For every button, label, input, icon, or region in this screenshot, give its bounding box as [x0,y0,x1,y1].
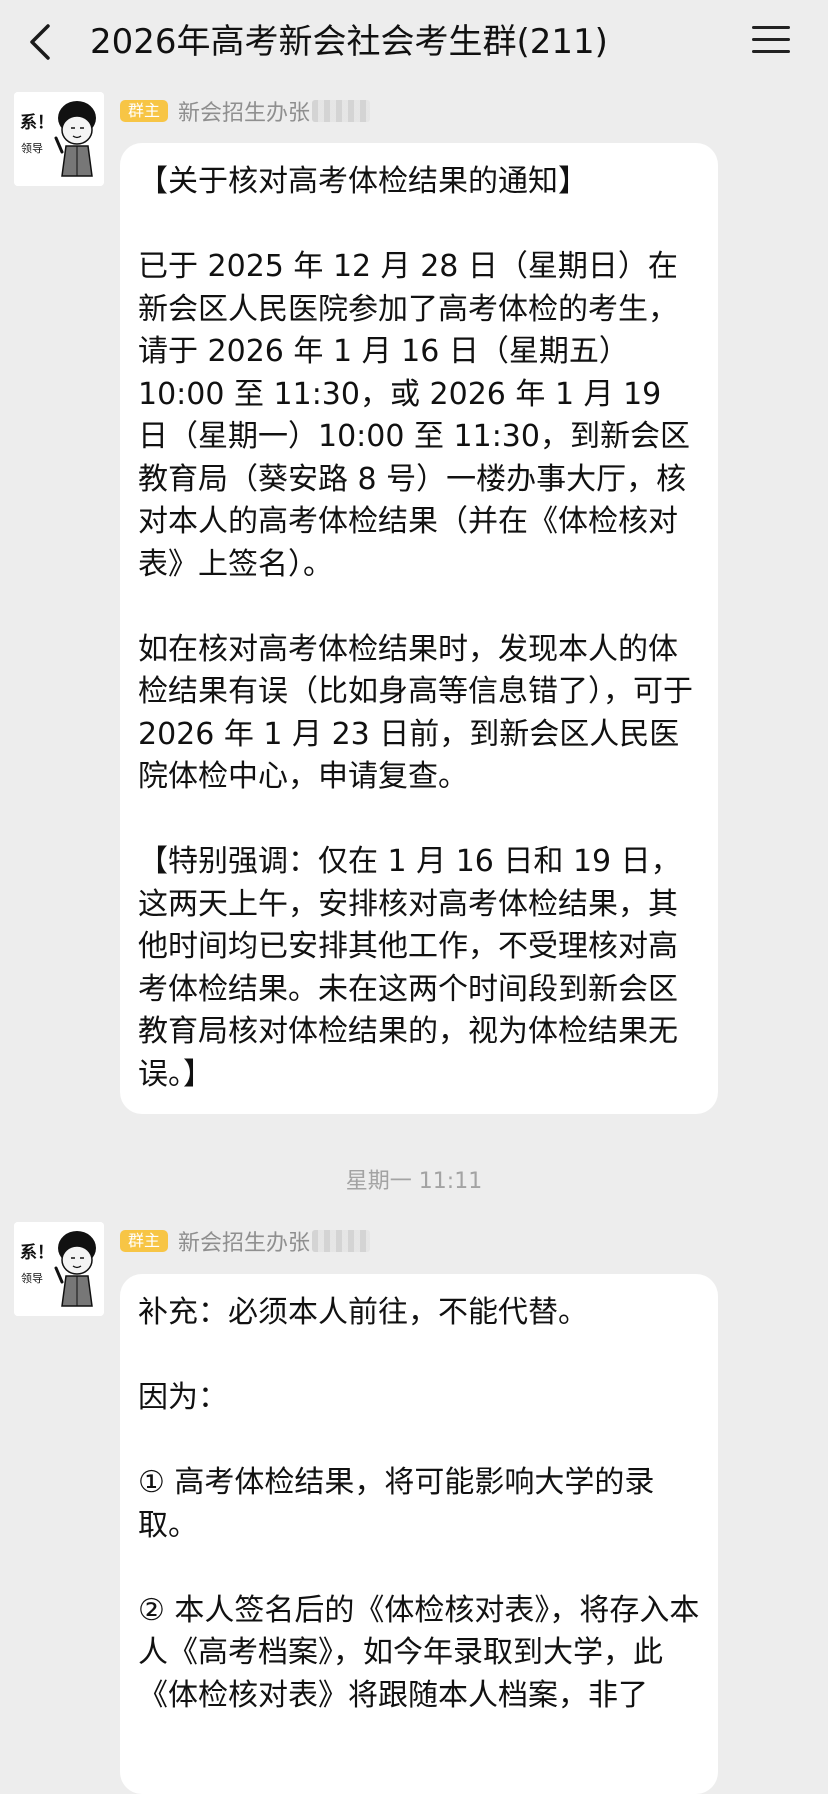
avatar[interactable]: 系！ 领导 [14,1222,104,1316]
owner-badge: 群主 [120,100,169,122]
sender-name[interactable]: 新会招生办张 [178,95,310,127]
sender-row: 群主 新会招生办张 [120,95,371,127]
sender-row: 群主 新会招生办张 [120,1225,371,1257]
message-paragraph: ② 本人签名后的《体检核对表》，将存入本人《高考档案》，如今年录取到大学，此《体… [138,1592,700,1713]
message-paragraph: 因为： [138,1380,228,1415]
message-paragraph: 已于 2025 年 12 月 28 日（星期日）在新会区人民医院参加了高考体检的… [138,249,690,582]
message-bubble[interactable]: 【关于核对高考体检结果的通知】 已于 2025 年 12 月 28 日（星期日）… [120,143,718,1114]
blurred-name-mask [312,100,371,122]
avatar[interactable]: 系！ 领导 [14,92,104,186]
sender-name[interactable]: 新会招生办张 [178,1225,310,1257]
back-arrow-icon[interactable] [24,22,64,62]
menu-icon[interactable] [752,24,790,56]
message-paragraph: 补充：必须本人前往，不能代替。 [138,1295,588,1330]
message-paragraph: 如在核对高考体检结果时，发现本人的体检结果有误（比如身高等信息错了），可于 20… [138,631,703,795]
blurred-name-mask [312,1230,371,1252]
chat-title: 2026年高考新会社会考生群(211) [90,22,608,62]
chat-header: 2026年高考新会社会考生群(211) [0,0,828,84]
avatar-text-top: 系！ [20,1243,54,1263]
message-paragraph: 【关于核对高考体检结果的通知】 [138,164,588,199]
avatar-text-bottom: 领导 [21,142,43,155]
owner-badge: 群主 [120,1230,169,1252]
timestamp: 星期一 11:11 [345,1169,483,1194]
message-paragraph: ① 高考体检结果，将可能影响大学的录取。 [138,1465,655,1543]
avatar-text-top: 系！ [20,113,54,133]
message-paragraph: 【特别强调：仅在 1 月 16 日和 19 日，这两天上午，安排核对高考体检结果… [138,844,681,1092]
message-bubble[interactable]: 补充：必须本人前往，不能代替。 因为： ① 高考体检结果，将可能影响大学的录取。… [120,1274,718,1794]
avatar-text-bottom: 领导 [21,1272,43,1285]
